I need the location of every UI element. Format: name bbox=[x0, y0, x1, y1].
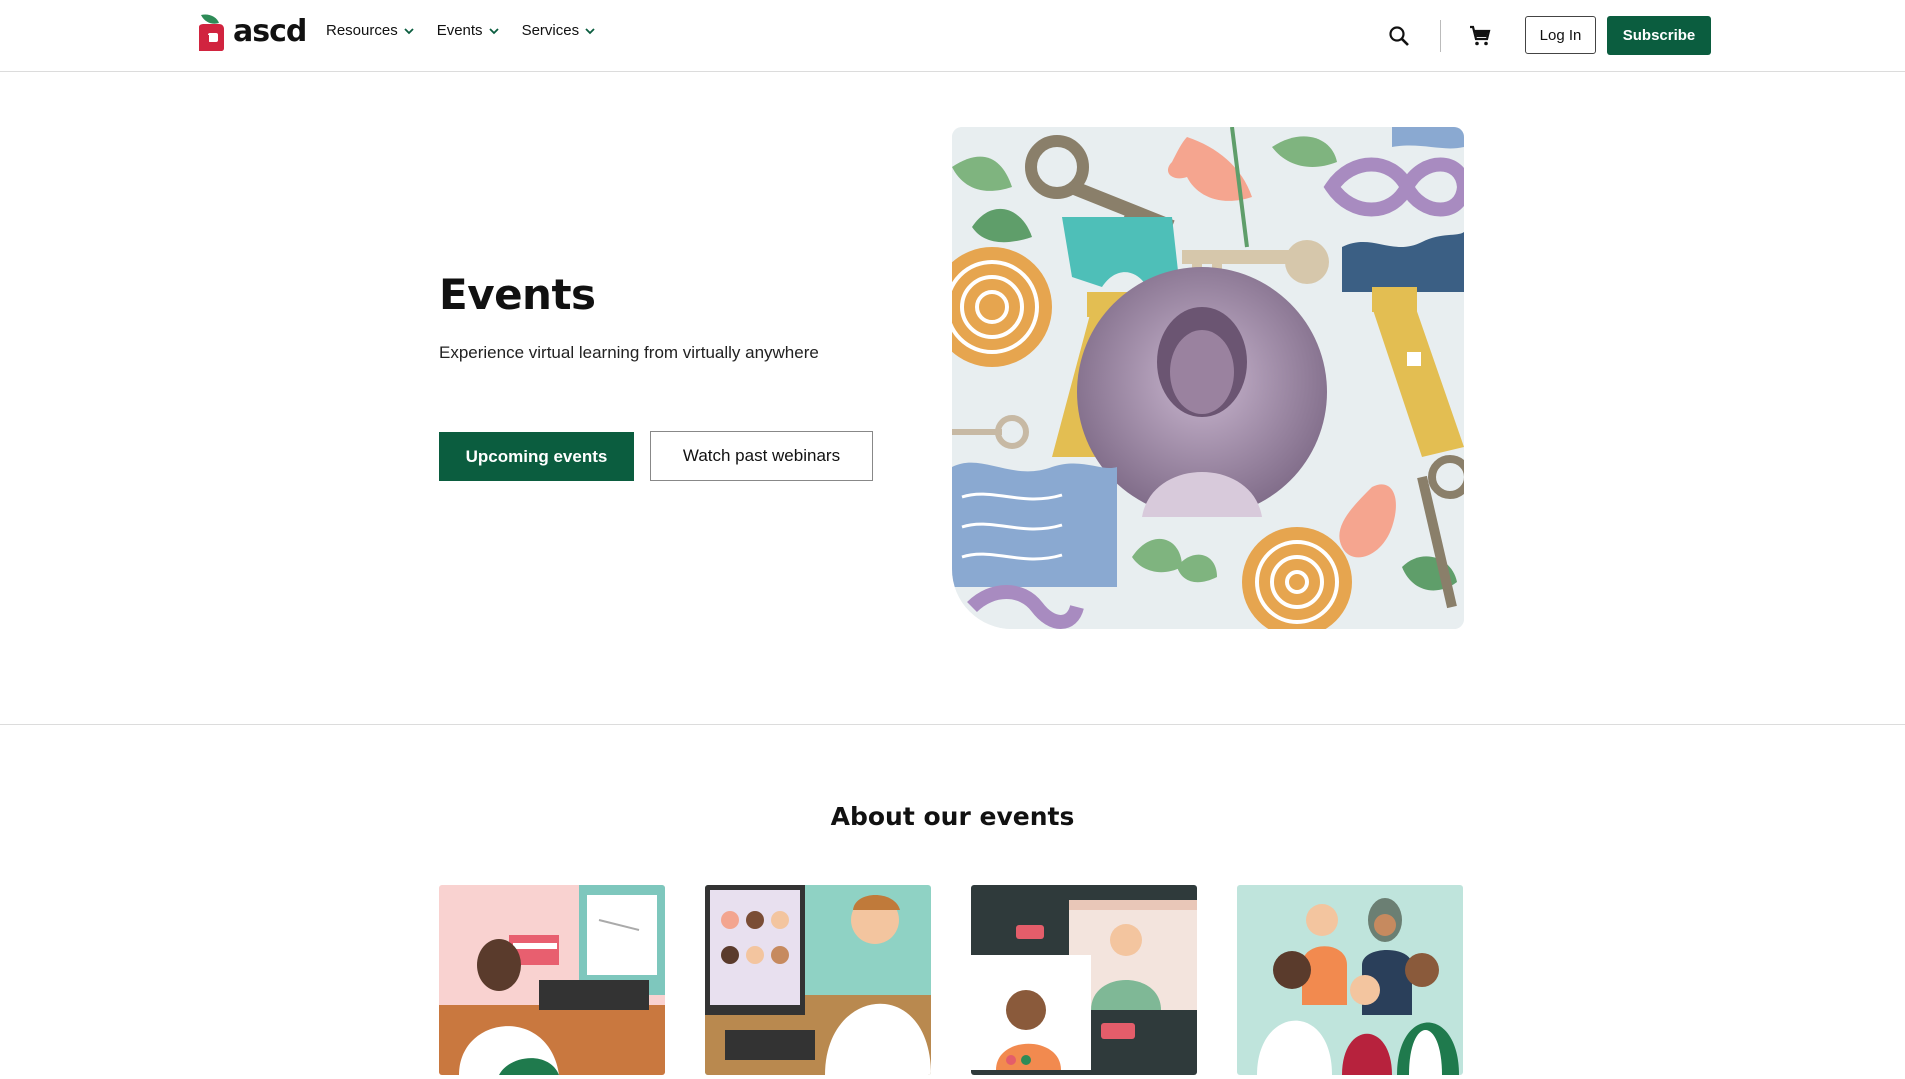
event-card-illustration-1[interactable] bbox=[439, 885, 665, 1075]
event-card-illustration-2[interactable] bbox=[705, 885, 931, 1075]
logo-apple-icon bbox=[199, 14, 224, 51]
main-nav: Resources Events Services bbox=[326, 22, 596, 39]
chevron-down-icon bbox=[404, 27, 414, 34]
site-header: ascd Resources Events Services Log In Su… bbox=[0, 0, 1905, 72]
event-card-illustration-4[interactable] bbox=[1237, 885, 1463, 1075]
subscribe-button[interactable]: Subscribe bbox=[1607, 16, 1711, 55]
chevron-down-icon bbox=[585, 27, 595, 34]
login-button[interactable]: Log In bbox=[1525, 16, 1596, 54]
nav-label: Resources bbox=[326, 22, 398, 39]
upcoming-events-button[interactable]: Upcoming events bbox=[439, 432, 634, 481]
header-divider bbox=[1440, 20, 1441, 52]
nav-events[interactable]: Events bbox=[437, 22, 500, 39]
page-title: Events bbox=[439, 270, 596, 319]
chevron-down-icon bbox=[488, 27, 499, 34]
watch-past-webinars-button[interactable]: Watch past webinars bbox=[650, 431, 873, 481]
nav-services[interactable]: Services bbox=[522, 22, 597, 39]
logo-text: ascd bbox=[233, 14, 307, 49]
nav-resources[interactable]: Resources bbox=[326, 22, 415, 39]
ascd-logo[interactable]: ascd bbox=[195, 13, 307, 51]
event-card-illustration-3[interactable] bbox=[971, 885, 1197, 1075]
cart-icon[interactable] bbox=[1468, 24, 1492, 48]
nav-label: Events bbox=[436, 22, 483, 39]
section-divider bbox=[0, 724, 1905, 725]
nav-label: Services bbox=[521, 22, 580, 39]
about-events-heading: About our events bbox=[830, 802, 1075, 831]
search-icon[interactable] bbox=[1388, 25, 1410, 47]
page-subtitle: Experience virtual learning from virtual… bbox=[439, 343, 819, 362]
hero-illustration bbox=[952, 127, 1464, 629]
